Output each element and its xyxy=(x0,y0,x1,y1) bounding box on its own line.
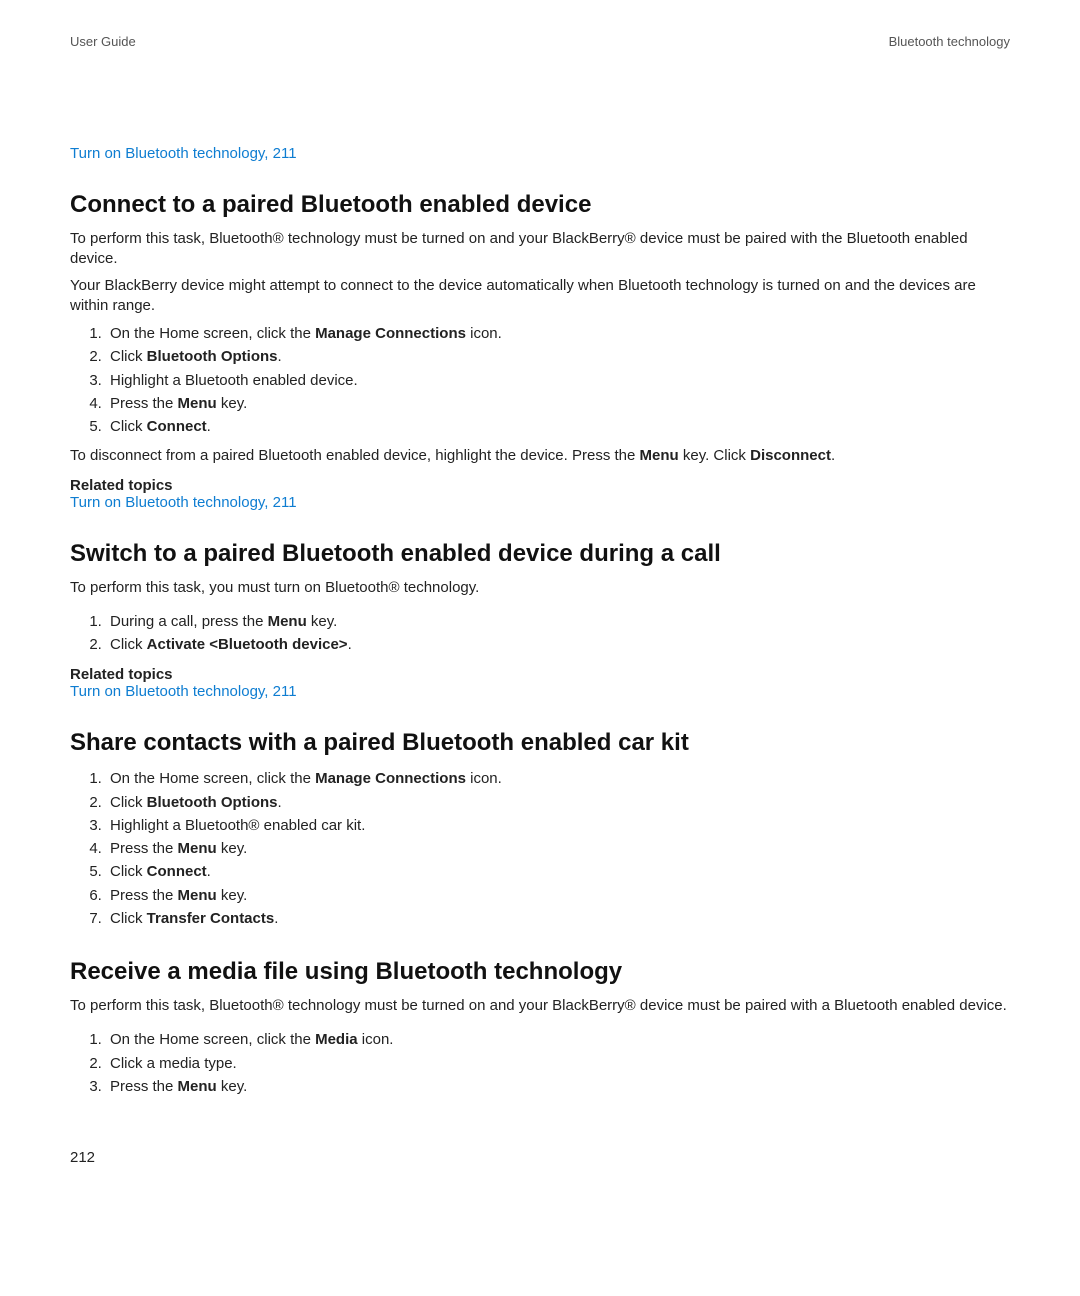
heading-receive-media: Receive a media file using Bluetooth tec… xyxy=(70,958,1010,986)
s4-paragraph-1: To perform this task, Bluetooth® technol… xyxy=(70,996,1010,1016)
list-item: Press the Menu key. xyxy=(106,1075,1010,1098)
list-item: Highlight a Bluetooth® enabled car kit. xyxy=(106,814,1010,837)
page-header: User Guide Bluetooth technology xyxy=(70,34,1010,49)
list-item: Click Connect. xyxy=(106,415,1010,438)
list-item: Click Activate <Bluetooth device>. xyxy=(106,633,1010,656)
s1-paragraph-3: To disconnect from a paired Bluetooth en… xyxy=(70,446,1010,466)
s4-steps: On the Home screen, click the Media icon… xyxy=(70,1028,1010,1098)
related-topics-label: Related topics xyxy=(70,666,1010,683)
s3-steps: On the Home screen, click the Manage Con… xyxy=(70,767,1010,930)
heading-switch-during-call: Switch to a paired Bluetooth enabled dev… xyxy=(70,540,1010,568)
list-item: Press the Menu key. xyxy=(106,837,1010,860)
list-item: Click Bluetooth Options. xyxy=(106,345,1010,368)
header-left: User Guide xyxy=(70,34,136,49)
list-item: Press the Menu key. xyxy=(106,884,1010,907)
list-item: Click a media type. xyxy=(106,1052,1010,1075)
list-item: Click Transfer Contacts. xyxy=(106,907,1010,930)
heading-share-contacts: Share contacts with a paired Bluetooth e… xyxy=(70,729,1010,757)
heading-connect-paired: Connect to a paired Bluetooth enabled de… xyxy=(70,191,1010,219)
list-item: During a call, press the Menu key. xyxy=(106,610,1010,633)
link-turn-on-bluetooth-s1[interactable]: Turn on Bluetooth technology, 211 xyxy=(70,494,297,511)
link-turn-on-bluetooth-top[interactable]: Turn on Bluetooth technology, 211 xyxy=(70,145,297,162)
related-topics-label: Related topics xyxy=(70,477,1010,494)
s1-steps: On the Home screen, click the Manage Con… xyxy=(70,322,1010,438)
list-item: Press the Menu key. xyxy=(106,392,1010,415)
list-item: On the Home screen, click the Manage Con… xyxy=(106,767,1010,790)
s2-paragraph-1: To perform this task, you must turn on B… xyxy=(70,578,1010,598)
list-item: Click Connect. xyxy=(106,860,1010,883)
s1-paragraph-2: Your BlackBerry device might attempt to … xyxy=(70,276,1010,317)
list-item: On the Home screen, click the Media icon… xyxy=(106,1028,1010,1051)
list-item: Click Bluetooth Options. xyxy=(106,791,1010,814)
s2-steps: During a call, press the Menu key. Click… xyxy=(70,610,1010,657)
link-turn-on-bluetooth-s2[interactable]: Turn on Bluetooth technology, 211 xyxy=(70,683,297,700)
s1-paragraph-1: To perform this task, Bluetooth® technol… xyxy=(70,229,1010,270)
header-right: Bluetooth technology xyxy=(889,34,1010,49)
list-item: Highlight a Bluetooth enabled device. xyxy=(106,369,1010,392)
list-item: On the Home screen, click the Manage Con… xyxy=(106,322,1010,345)
page-number: 212 xyxy=(70,1149,95,1166)
